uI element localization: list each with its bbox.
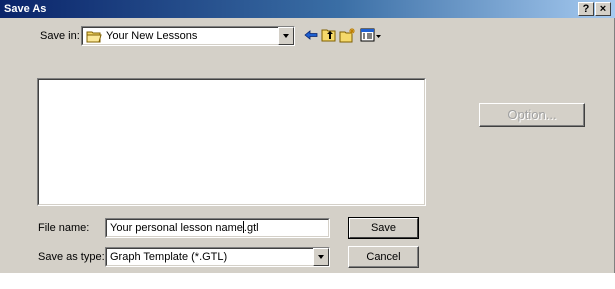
close-icon: ×	[599, 3, 607, 15]
title-bar[interactable]: Save As ? ×	[0, 0, 615, 18]
help-button[interactable]: ?	[578, 2, 594, 16]
window-title: Save As	[4, 3, 47, 15]
folder-icon	[86, 31, 102, 43]
back-arrow-icon[interactable]	[302, 27, 320, 43]
save-as-type-label: Save as type:	[38, 251, 105, 263]
save-in-label: Save in:	[40, 30, 80, 42]
save-as-type-value: Graph Template (*.GTL)	[110, 251, 228, 263]
option-button-label: Option...	[507, 107, 557, 122]
save-in-dropdown-button[interactable]	[278, 27, 294, 45]
file-name-label: File name:	[38, 222, 90, 234]
save-as-type-combobox[interactable]: Graph Template (*.GTL)	[105, 247, 330, 267]
file-name-value: Your personal lesson name.gtl	[110, 221, 259, 234]
help-icon: ?	[582, 3, 590, 15]
view-menu-icon[interactable]	[360, 27, 382, 43]
up-folder-icon[interactable]	[320, 27, 338, 43]
file-list[interactable]	[37, 78, 426, 206]
save-button-label: Save	[370, 222, 397, 234]
save-button[interactable]: Save	[348, 217, 419, 239]
save-in-combobox[interactable]: Your New Lessons	[81, 26, 295, 46]
save-in-value: Your New Lessons	[106, 30, 198, 42]
cancel-button-label: Cancel	[366, 251, 401, 263]
file-name-input[interactable]: Your personal lesson name.gtl	[105, 218, 330, 238]
save-as-type-dropdown-button[interactable]	[313, 248, 329, 266]
option-button[interactable]: Option...	[479, 103, 585, 127]
cancel-button[interactable]: Cancel	[348, 246, 419, 268]
new-folder-icon[interactable]	[339, 27, 357, 43]
close-button[interactable]: ×	[595, 2, 611, 16]
save-as-dialog: Save As ? × Save in: Your New Lessons Op…	[0, 0, 615, 273]
